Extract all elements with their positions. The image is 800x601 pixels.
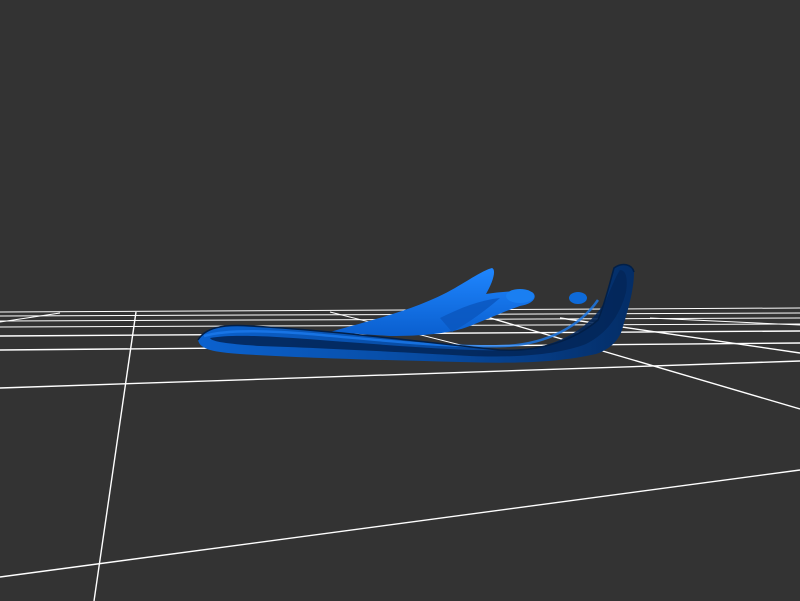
viewport-canvas[interactable] [0, 0, 800, 601]
grid-line [0, 469, 800, 578]
3d-viewport[interactable] [0, 0, 800, 601]
grid-line [93, 311, 137, 601]
model-knob [506, 289, 534, 303]
model-small-knob [569, 292, 587, 304]
grid-line [0, 360, 800, 389]
grid-line [0, 307, 800, 313]
model-fin [330, 268, 535, 336]
